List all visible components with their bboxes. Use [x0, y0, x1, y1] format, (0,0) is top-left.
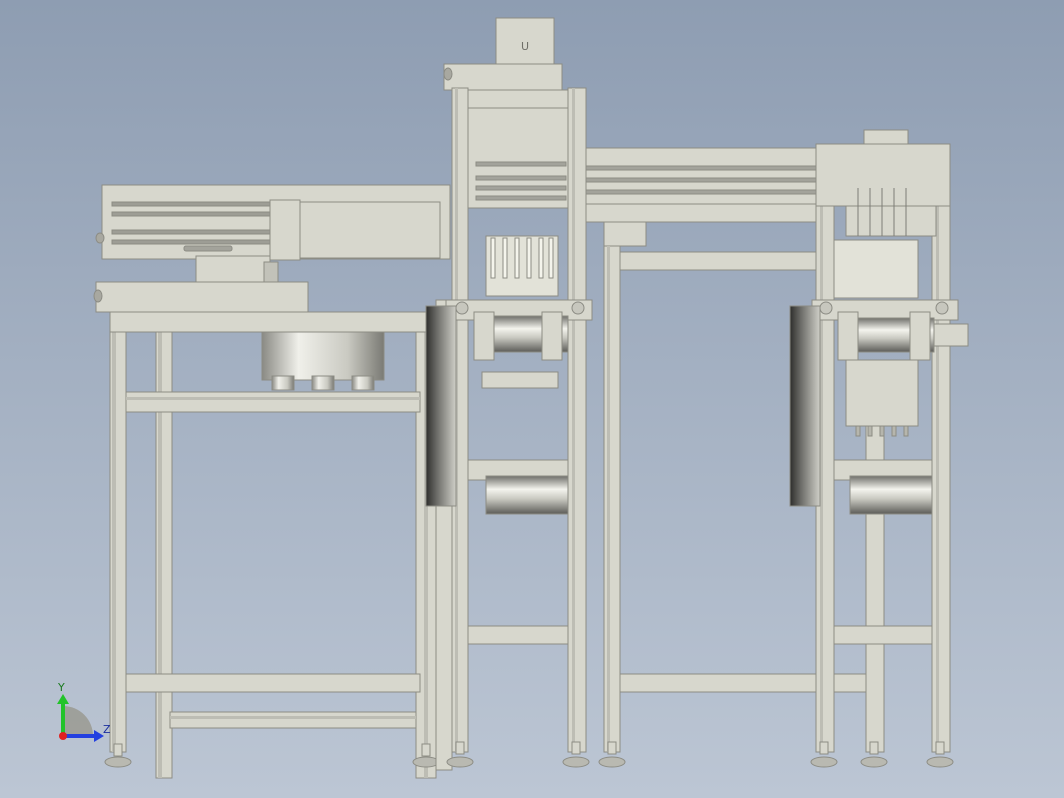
- left-feeder-housing: [93, 184, 451, 313]
- middle-roller: [425, 299, 593, 515]
- triad-plane-icon: [63, 706, 93, 736]
- middle-pins: [485, 235, 559, 297]
- left-feet: [104, 743, 440, 768]
- left-disc-assembly: [261, 331, 385, 391]
- y-axis-label: Y: [57, 681, 65, 694]
- middle-frame: [435, 87, 587, 771]
- bolt-mark-text: U: [521, 40, 529, 53]
- assembly-drawing[interactable]: U Y Z: [0, 0, 1064, 798]
- z-axis-label: Z: [103, 723, 111, 736]
- coordinate-triad: Y Z: [57, 681, 111, 742]
- machine-model[interactable]: U: [93, 17, 969, 779]
- origin-point-icon: [59, 732, 67, 740]
- right-feet: [598, 741, 954, 768]
- connecting-beam: [585, 147, 823, 247]
- y-axis-arrowhead-icon: [57, 694, 69, 704]
- cad-viewport[interactable]: U Y Z: [0, 0, 1064, 798]
- right-top-housing: [815, 129, 951, 437]
